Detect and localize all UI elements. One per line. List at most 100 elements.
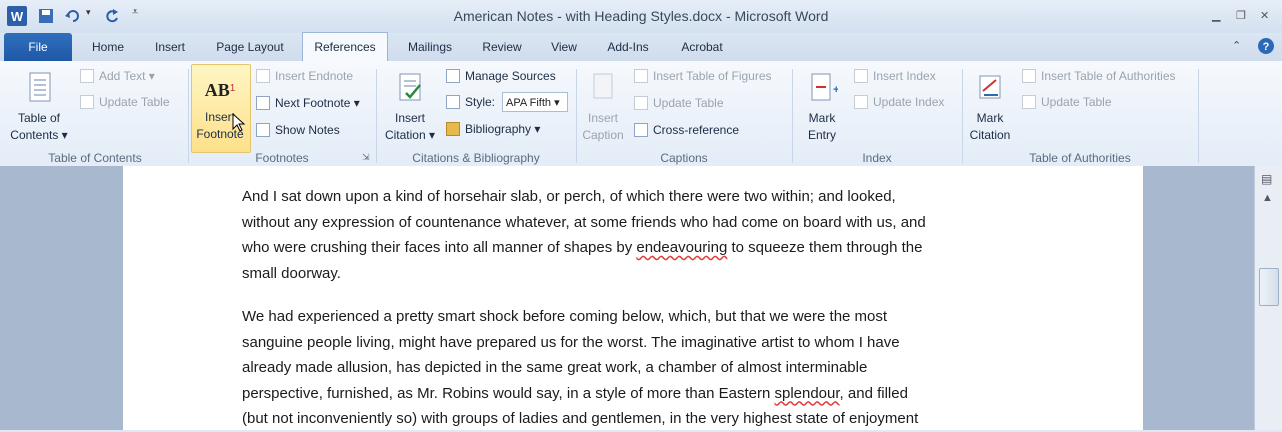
add-text-icon <box>80 69 94 83</box>
group-separator <box>962 69 963 163</box>
insert-caption-button[interactable]: Insert Caption <box>578 71 628 144</box>
update-index-label: Update Index <box>873 95 945 109</box>
help-icon[interactable]: ? <box>1257 37 1275 55</box>
group-label-footnotes: Footnotes <box>255 151 309 165</box>
group-label-index: Index <box>862 151 892 165</box>
table-of-figures-icon <box>634 69 648 83</box>
insert-table-of-figures-label: Insert Table of Figures <box>653 69 772 83</box>
insert-index-button[interactable]: Insert Index <box>854 69 936 83</box>
table-of-contents-icon <box>29 72 51 102</box>
ruler-toggle-icon[interactable]: ▤ <box>1261 172 1272 186</box>
svg-text:?: ? <box>1263 41 1270 53</box>
insert-citation-label-2: Citation ▾ <box>384 128 436 142</box>
tab-insert[interactable]: Insert <box>140 33 200 61</box>
manage-sources-button[interactable]: Manage Sources <box>446 69 556 83</box>
update-table-captions-label: Update Table <box>653 96 724 110</box>
tab-acrobat[interactable]: Acrobat <box>670 33 734 61</box>
minimize-ribbon-icon[interactable]: ⌃ <box>1232 39 1241 52</box>
mark-entry-label-1: Mark <box>808 111 836 125</box>
footnote-dialog-launcher-icon[interactable]: ⇲ <box>362 152 370 163</box>
insert-endnote-button[interactable]: Insert Endnote <box>256 69 353 83</box>
tab-add-ins[interactable]: Add-Ins <box>596 33 660 61</box>
table-of-contents-button[interactable]: Table of Contents ▾ <box>6 71 72 144</box>
group-label-authorities: Table of Authorities <box>1029 151 1131 165</box>
next-footnote-label: Next Footnote ▾ <box>275 96 360 110</box>
show-notes-label: Show Notes <box>275 123 340 137</box>
group-separator <box>188 69 189 163</box>
insert-caption-icon <box>593 73 613 99</box>
mouse-cursor-icon <box>232 113 246 132</box>
insert-citation-icon <box>399 73 421 101</box>
insert-caption-label-2: Caption <box>582 128 624 142</box>
text-line: And I sat down upon a kind of horsehair … <box>242 188 896 205</box>
paragraph-2[interactable]: We had experienced a pretty smart shock … <box>242 304 1027 432</box>
add-text-button[interactable]: Add Text ▾ <box>80 69 155 83</box>
tab-mailings[interactable]: Mailings <box>396 33 464 61</box>
scroll-up-icon[interactable]: ▲ <box>1262 192 1273 204</box>
restore-icon[interactable]: ❐ <box>1236 9 1246 22</box>
insert-citation-button[interactable]: Insert Citation ▾ <box>380 71 440 144</box>
misspelled-word[interactable]: splendour <box>774 385 839 402</box>
update-table-captions-button[interactable]: Update Table <box>634 96 724 110</box>
insert-table-of-figures-button[interactable]: Insert Table of Figures <box>634 69 772 83</box>
update-table-icon <box>80 95 94 109</box>
group-separator <box>792 69 793 163</box>
toc-label-1: Table of <box>17 111 61 125</box>
manage-sources-icon <box>446 69 460 83</box>
tab-page-layout[interactable]: Page Layout <box>206 33 294 61</box>
ribbon-tabs: File Home Insert Page Layout References … <box>0 32 1282 62</box>
footnote-icon: AB <box>204 80 230 100</box>
tab-review[interactable]: Review <box>474 33 530 61</box>
update-table-toc-label: Update Table <box>99 95 170 109</box>
show-notes-button[interactable]: Show Notes <box>256 123 340 137</box>
group-label-toc: Table of Contents <box>48 151 142 165</box>
show-notes-icon <box>256 123 270 137</box>
insert-table-of-authorities-label: Insert Table of Authorities <box>1041 69 1176 83</box>
update-table-captions-icon <box>634 96 648 110</box>
cross-reference-icon <box>634 123 648 137</box>
paragraph-1[interactable]: And I sat down upon a kind of horsehair … <box>242 184 1027 286</box>
update-table-authorities-label: Update Table <box>1041 95 1112 109</box>
insert-table-of-authorities-button[interactable]: Insert Table of Authorities <box>1022 69 1176 83</box>
mark-entry-icon: + <box>811 73 839 101</box>
mark-citation-icon <box>979 75 1001 99</box>
manage-sources-label: Manage Sources <box>465 69 556 83</box>
update-index-button[interactable]: Update Index <box>854 95 944 109</box>
group-label-citations: Citations & Bibliography <box>412 151 540 165</box>
group-label-captions: Captions <box>660 151 708 165</box>
cross-reference-button[interactable]: Cross-reference <box>634 123 739 137</box>
tab-home[interactable]: Home <box>80 33 136 61</box>
update-table-authorities-button[interactable]: Update Table <box>1022 95 1112 109</box>
mark-entry-label-2: Entry <box>807 128 836 142</box>
group-separator <box>576 69 577 163</box>
add-text-label: Add Text ▾ <box>99 69 155 83</box>
footnote-superscript-icon: 1 <box>229 83 236 94</box>
bibliography-button[interactable]: Bibliography ▾ <box>446 122 540 136</box>
tab-view[interactable]: View <box>540 33 588 61</box>
scrollbar-thumb[interactable] <box>1259 268 1279 306</box>
tab-references[interactable]: References <box>302 32 388 62</box>
text-line: perspective, furnished, as Mr. Robins wo… <box>242 381 1027 407</box>
tab-file[interactable]: File <box>4 33 72 61</box>
insert-citation-label-1: Insert <box>394 111 425 125</box>
next-footnote-button[interactable]: Next Footnote ▾ <box>256 96 360 110</box>
text-run: perspective, furnished, as Mr. Robins wo… <box>242 384 775 402</box>
citation-style-dropdown[interactable]: APA Fifth ▾ <box>502 92 568 112</box>
mark-entry-button[interactable]: + Mark Entry <box>796 71 848 144</box>
misspelled-word[interactable]: endeavouring <box>636 239 727 256</box>
insert-endnote-label: Insert Endnote <box>275 69 354 83</box>
style-label: Style: <box>465 95 496 109</box>
insert-caption-label-1: Insert <box>587 111 618 125</box>
mark-citation-button[interactable]: Mark Citation <box>964 71 1016 144</box>
toc-label-2: Contents ▾ <box>10 128 68 142</box>
update-table-toc-button[interactable]: Update Table <box>80 95 170 109</box>
text-line: (but not inconveniently so) with groups … <box>242 410 919 427</box>
text-line: small doorway. <box>242 264 341 282</box>
ribbon-references: Table of Contents ▾ Add Text ▾ Update Ta… <box>0 61 1282 167</box>
minimize-icon[interactable]: ▁ <box>1212 9 1220 22</box>
text-line: without any expression of countenance wh… <box>242 213 926 231</box>
close-icon[interactable]: ✕ <box>1260 9 1269 22</box>
text-run: to squeeze them through the <box>727 239 923 256</box>
text-line: We had experienced a pretty smart shock … <box>242 308 888 325</box>
text-line: already made allusion, has depicted in t… <box>242 359 868 376</box>
